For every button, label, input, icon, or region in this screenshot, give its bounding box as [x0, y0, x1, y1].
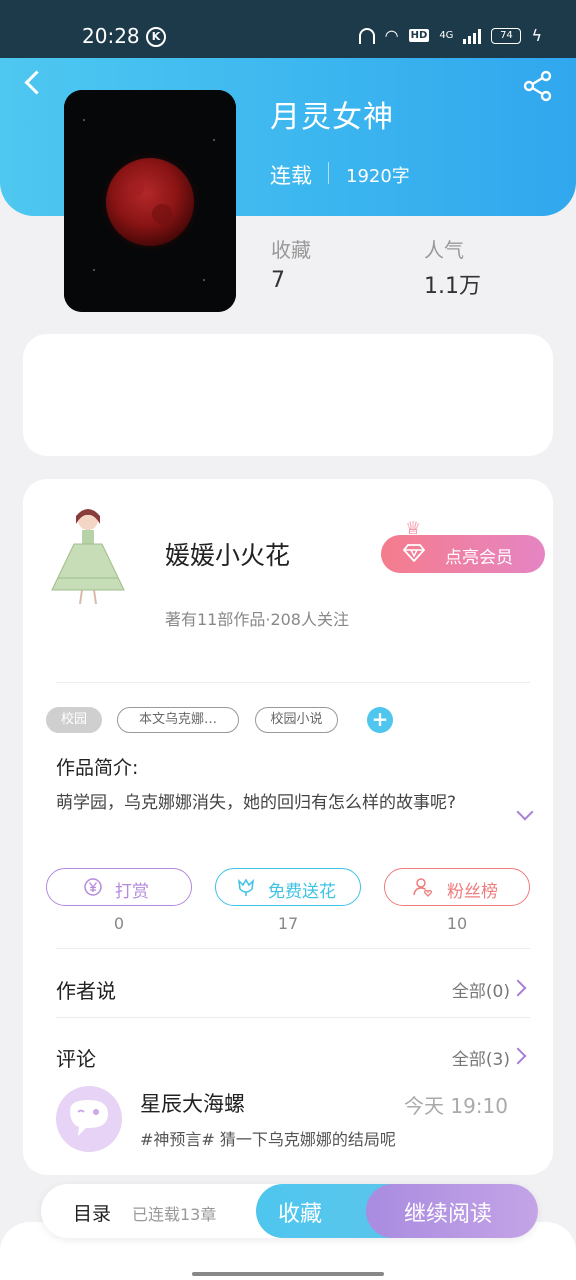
chevron-right-icon[interactable] [512, 980, 526, 994]
divider [56, 682, 530, 683]
send-flower-button[interactable]: 免费送花 [215, 868, 361, 906]
serial-status: 已连载13章 [132, 1205, 217, 1224]
k-badge-icon: K [146, 27, 166, 47]
tag-campus-novel[interactable]: 校园小说 [255, 707, 338, 733]
author-avatar[interactable] [44, 500, 130, 608]
status-icons: ◠ HD 4G 74 ϟ [358, 26, 542, 45]
yen-coin-icon [84, 878, 102, 896]
collect-label: 收藏 [278, 1202, 323, 1227]
chevron-down-icon[interactable] [516, 806, 534, 824]
tag-campus[interactable]: 校园 [46, 707, 102, 733]
author-name[interactable]: 媛媛小火花 [165, 536, 290, 572]
reward-count: 0 [113, 914, 125, 933]
continue-reading-button[interactable]: 继续阅读 [366, 1184, 538, 1238]
add-tag-button[interactable]: + [367, 707, 393, 733]
bottom-action-bar: 目录 已连载13章 收藏 继续阅读 [41, 1184, 538, 1238]
intro-title: 作品简介: [56, 757, 139, 779]
comments-more[interactable]: 全部(3) [452, 1045, 510, 1070]
reward-label: 打赏 [115, 882, 149, 902]
comment-time: 今天 19:10 [404, 1094, 508, 1118]
headphones-icon [358, 27, 375, 44]
fans-rank-button[interactable]: 粉丝榜 [384, 868, 530, 906]
reward-button[interactable]: 打赏 [46, 868, 192, 906]
network-type: 4G [439, 30, 454, 41]
flower-icon [237, 878, 255, 896]
favorites-value: 7 [271, 268, 285, 293]
continue-reading-label: 继续阅读 [404, 1202, 493, 1227]
vip-label: 点亮会员 [445, 548, 513, 568]
author-says-more[interactable]: 全部(0) [452, 977, 510, 1002]
comment-text[interactable]: #神预言# 猜一下乌克娜娜的结局呢 [140, 1126, 396, 1150]
intro-text: 萌学园，乌克娜娜消失，她的回归有怎么样的故事呢? [56, 793, 457, 813]
vip-button[interactable]: 点亮会员 [381, 535, 545, 573]
back-button[interactable] [20, 68, 50, 98]
charging-icon: ϟ [531, 26, 542, 45]
send-flower-label: 免费送花 [268, 882, 336, 902]
fans-rank-label: 粉丝榜 [447, 882, 498, 902]
divider [56, 948, 530, 949]
author-says-title: 作者说 [56, 979, 116, 1003]
commenter-avatar[interactable] [56, 1086, 122, 1152]
fan-user-icon [413, 878, 432, 897]
tag-summary[interactable]: 本文乌克娜… [117, 707, 239, 733]
comments-title: 评论 [56, 1047, 96, 1071]
battery-icon: 74 [491, 27, 522, 44]
status-bar: 20:28 K ◠ HD 4G 74 ϟ [0, 0, 576, 60]
share-icon[interactable] [522, 70, 554, 102]
book-title: 月灵女神 [270, 100, 394, 135]
divider [328, 162, 329, 184]
author-meta: 著有11部作品·208人关注 [165, 610, 349, 629]
wifi-icon: ◠ [384, 26, 399, 45]
favorites-label: 收藏 [271, 238, 311, 262]
status-time: 20:28 [82, 24, 140, 48]
book-status: 连载 [270, 164, 312, 188]
fans-count: 10 [446, 914, 468, 933]
empty-card [23, 334, 553, 456]
chevron-right-icon[interactable] [512, 1048, 526, 1062]
toc-button[interactable]: 目录 [73, 1199, 111, 1226]
book-cover[interactable] [64, 90, 236, 312]
popularity-label: 人气 [424, 238, 464, 262]
home-indicator[interactable] [192, 1272, 384, 1276]
divider [56, 1017, 530, 1018]
diamond-icon [403, 544, 425, 562]
hd-icon: HD [408, 29, 430, 42]
flower-count: 17 [277, 914, 299, 933]
popularity-value: 1.1万 [424, 274, 481, 299]
signal-icon [463, 28, 482, 44]
word-count: 1920字 [346, 166, 410, 187]
commenter-name[interactable]: 星辰大海螺 [140, 1088, 245, 1118]
